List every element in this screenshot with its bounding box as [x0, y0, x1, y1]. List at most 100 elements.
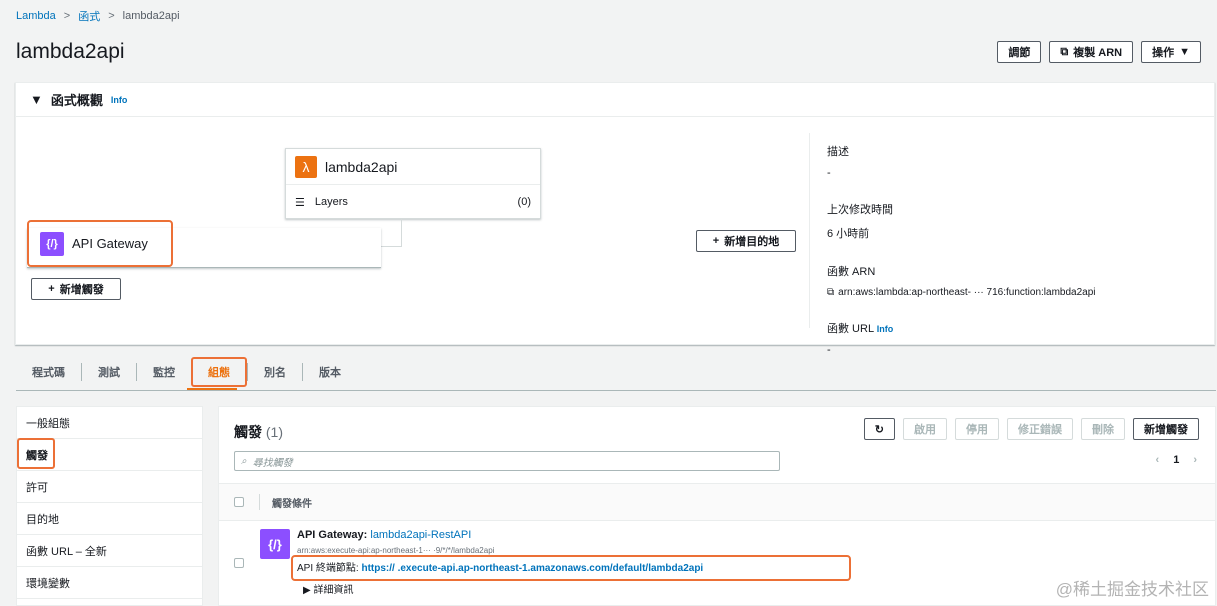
- add-trigger-label: 新增觸發: [1144, 424, 1188, 436]
- api-gateway-icon: {/}: [40, 231, 64, 256]
- watermark: @稀土掘金技术社区: [1055, 580, 1209, 599]
- copy-icon[interactable]: ⧉: [827, 287, 834, 298]
- fix-errors-label: 修正錯誤: [1018, 424, 1062, 436]
- tab-monitor[interactable]: 監控: [136, 363, 191, 381]
- breadcrumb-lambda[interactable]: Lambda: [16, 10, 56, 22]
- refresh-button[interactable]: ↻: [863, 418, 895, 440]
- tab-configuration[interactable]: 組態: [191, 357, 247, 387]
- trigger-name: API Gateway: [72, 236, 148, 251]
- pagination: ‹ 1 ›: [1156, 454, 1197, 466]
- lambda-icon: λ: [295, 155, 317, 178]
- trigger-link[interactable]: lambda2api-RestAPI: [370, 529, 471, 541]
- tab-versions[interactable]: 版本: [302, 363, 357, 381]
- triggers-title: 觸發 (1): [234, 422, 283, 442]
- description-value: -: [827, 167, 831, 179]
- last-modified-label: 上次修改時間: [827, 204, 893, 216]
- enable-label: 啟用: [914, 424, 936, 436]
- tabs-divider: [16, 390, 1216, 391]
- connector-line: [381, 246, 402, 247]
- copy-arn-label: 複製 ARN: [1073, 47, 1123, 59]
- row-checkbox[interactable]: [234, 558, 244, 568]
- column-trigger-condition[interactable]: 觸發條件: [272, 495, 312, 510]
- trigger-title: API Gateway: lambda2api-RestAPI: [297, 529, 472, 541]
- trigger-api-gateway[interactable]: {/} API Gateway: [27, 220, 173, 267]
- function-url-label: 函數 URL Info: [827, 320, 1096, 336]
- triggers-count: (1): [265, 424, 284, 440]
- sidebar-item-destinations[interactable]: 目的地: [17, 503, 202, 535]
- function-url-value: -: [827, 344, 831, 356]
- add-trigger-button[interactable]: 新增觸發: [1133, 418, 1199, 440]
- refresh-icon: ↻: [874, 423, 884, 436]
- function-details: 描述 - 上次修改時間 6 小時前 函數 ARN ⧉ arn:aws:lambd…: [827, 143, 1096, 378]
- chevron-right-icon[interactable]: ›: [1193, 454, 1197, 466]
- layers-label: Layers: [314, 196, 348, 208]
- select-all-checkbox[interactable]: [234, 497, 244, 507]
- search-icon: ⌕: [241, 455, 247, 467]
- tab-aliases[interactable]: 別名: [247, 363, 302, 381]
- sidebar-item-general[interactable]: 一般組態: [17, 407, 202, 439]
- arn-label: 函數 ARN: [827, 266, 876, 278]
- highlight-box: [17, 438, 55, 469]
- table-header: 觸發條件: [219, 483, 1215, 521]
- function-tabs: 程式碼 測試 監控 組態 別名 版本: [16, 354, 357, 390]
- sidebar-item-env-vars[interactable]: 環境變數: [17, 567, 202, 599]
- plus-icon: +: [712, 235, 720, 247]
- caret-down-icon: ▼: [30, 92, 43, 107]
- triggers-title-text: 觸發: [234, 424, 262, 440]
- function-card[interactable]: λ lambda2api ☰ Layers (0): [285, 148, 541, 219]
- search-placeholder: 尋找觸發: [252, 457, 293, 469]
- add-trigger-button[interactable]: + 新增觸發: [31, 278, 121, 300]
- page-number[interactable]: 1: [1173, 454, 1179, 466]
- tab-code[interactable]: 程式碼: [16, 363, 81, 381]
- page-title: lambda2api: [16, 40, 125, 63]
- info-link[interactable]: Info: [877, 324, 894, 334]
- last-modified-value: 6 小時前: [827, 228, 870, 240]
- api-gateway-icon: {/}: [260, 529, 290, 559]
- copy-arn-button[interactable]: ⧉ 複製 ARN: [1049, 41, 1134, 63]
- throttle-button[interactable]: 調節: [997, 41, 1042, 63]
- add-trigger-label: 新增觸發: [59, 284, 104, 296]
- actions-label: 操作: [1152, 47, 1175, 59]
- details-toggle[interactable]: ▶ 詳細資訊: [303, 581, 353, 596]
- layers-row[interactable]: ☰ Layers (0): [286, 185, 540, 219]
- trigger-type: API Gateway: [297, 529, 364, 541]
- overview-title: 函式概觀: [50, 93, 103, 108]
- trigger-arn: arn:aws:execute-api:ap-northeast-1··· ·9…: [297, 546, 495, 555]
- add-destination-button[interactable]: + 新增目的地: [696, 230, 796, 252]
- header-actions: 調節 ⧉ 複製 ARN 操作 ▼: [997, 41, 1201, 63]
- configuration-sidebar: 一般組態 觸發 許可 目的地 函數 URL – 全新 環境變數: [16, 406, 203, 606]
- breadcrumb-current: lambda2api: [122, 10, 180, 22]
- arn-text: arn:aws:lambda:ap-northeast- ··· 716:fun…: [838, 287, 1096, 298]
- active-tab-indicator: [187, 388, 237, 390]
- breadcrumb-functions[interactable]: 函式: [78, 8, 100, 24]
- disable-button[interactable]: 停用: [955, 418, 999, 440]
- column-divider: [259, 494, 260, 510]
- search-input[interactable]: ⌕ 尋找觸發: [234, 451, 780, 471]
- function-name: lambda2api: [325, 158, 398, 175]
- actions-button[interactable]: 操作 ▼: [1141, 41, 1201, 63]
- overview-header[interactable]: ▼ 函式概觀 Info: [16, 83, 1214, 117]
- disable-label: 停用: [966, 424, 988, 436]
- divider: [809, 133, 810, 328]
- enable-button[interactable]: 啟用: [903, 418, 947, 440]
- sidebar-item-permissions[interactable]: 許可: [17, 471, 202, 503]
- caret-right-icon: ▶: [303, 585, 311, 596]
- function-url-text: 函數 URL: [827, 323, 874, 335]
- sidebar-item-function-url[interactable]: 函數 URL – 全新: [17, 535, 202, 567]
- triggers-actions: ↻ 啟用 停用 修正錯誤 刪除 新增觸發: [863, 418, 1199, 440]
- delete-button[interactable]: 刪除: [1081, 418, 1125, 440]
- chevron-left-icon[interactable]: ‹: [1156, 454, 1160, 466]
- plus-icon: +: [48, 283, 55, 295]
- arn-value: ⧉ arn:aws:lambda:ap-northeast- ··· 716:f…: [827, 287, 1096, 298]
- highlight-box: [291, 555, 851, 581]
- tab-test[interactable]: 測試: [81, 363, 136, 381]
- copy-icon: ⧉: [1060, 45, 1069, 58]
- chevron-right-icon: >: [108, 10, 115, 22]
- fix-errors-button[interactable]: 修正錯誤: [1007, 418, 1073, 440]
- delete-label: 刪除: [1092, 424, 1114, 436]
- info-link[interactable]: Info: [111, 95, 128, 105]
- breadcrumb: Lambda > 函式 > lambda2api: [16, 8, 180, 24]
- chevron-right-icon: >: [63, 10, 71, 22]
- layers-count: (0): [517, 196, 531, 208]
- description-label: 描述: [827, 146, 849, 158]
